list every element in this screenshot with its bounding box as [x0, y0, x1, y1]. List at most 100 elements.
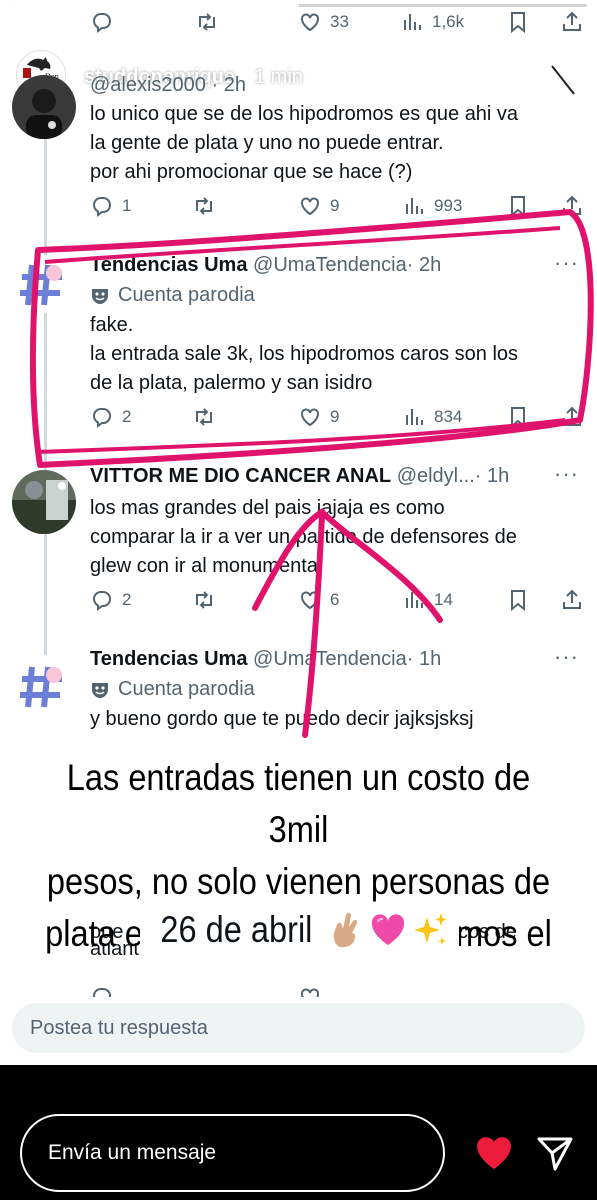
tweet-handle[interactable]: @eldyl... — [397, 465, 475, 487]
avatar[interactable] — [14, 655, 72, 713]
views-icon — [406, 409, 423, 425]
retweet-button[interactable] — [192, 588, 216, 612]
overlay-date: 26 de abril — [160, 909, 313, 950]
overlay-date-badge: 26 de abril — [140, 902, 459, 958]
views-button[interactable]: 14 — [402, 588, 453, 612]
tweet-actions-partial — [90, 985, 590, 997]
retweet-icon — [199, 13, 215, 31]
tweet-actions: 2 6 14 — [90, 588, 590, 618]
share-button[interactable] — [560, 588, 584, 612]
reply-button[interactable]: 2 — [90, 588, 131, 612]
views-count: 993 — [434, 196, 463, 215]
share-button[interactable] — [560, 10, 584, 34]
views-button[interactable]: 1,6k — [400, 10, 464, 34]
send-icon[interactable] — [535, 1133, 575, 1173]
tweet-line: y bueno gordo que te puedo decir jajksjs… — [90, 708, 474, 730]
views-icon — [404, 14, 421, 30]
tweet-author[interactable]: VITTOR ME DIO CANCER ANAL — [90, 465, 391, 487]
retweet-button[interactable] — [195, 10, 219, 34]
story-frame: 33 1,6k Don Enrique studdonenrique 1 min — [0, 0, 597, 1065]
tweet-line: lo unico que se de los hipodromos es que… — [90, 103, 519, 125]
tweet-text: y bueno gordo que te puedo decir jajksjs… — [90, 705, 580, 734]
like-count: 9 — [330, 407, 340, 426]
tweet-header: @alexis2000 · 2h — [90, 74, 246, 97]
tweet-text: lo unico que se de los hipodromos es que… — [90, 100, 580, 187]
overlay-line: Las entradas tienen un costo de 3mil — [66, 757, 531, 850]
reply-button[interactable] — [90, 10, 114, 34]
more-options-icon[interactable]: ··· — [554, 250, 579, 276]
retweet-icon — [196, 591, 212, 609]
reply-icon — [92, 591, 112, 611]
share-icon — [563, 11, 581, 31]
bookmark-button[interactable] — [506, 10, 530, 34]
tweet-header: Tendencias Uma @UmaTendencia· 2h — [90, 254, 441, 277]
tweet-handle[interactable]: @UmaTendencia — [253, 648, 407, 670]
reply-button[interactable]: 2 — [90, 405, 131, 429]
bookmark-icon — [511, 196, 525, 218]
share-button[interactable] — [560, 194, 584, 218]
parody-text: Cuenta parodia — [118, 284, 255, 306]
thread-line — [44, 135, 47, 655]
like-story-heart-icon[interactable] — [474, 1133, 514, 1173]
retweet-button[interactable] — [192, 194, 216, 218]
mask-icon — [92, 288, 108, 304]
sparkles-icon — [413, 913, 447, 945]
like-button[interactable]: 9 — [298, 194, 339, 218]
bookmark-button[interactable] — [506, 194, 530, 218]
like-count: 9 — [330, 196, 340, 215]
reply-count: 2 — [122, 590, 132, 609]
retweet-button[interactable] — [192, 405, 216, 429]
views-button[interactable]: 834 — [402, 405, 462, 429]
views-button[interactable]: 993 — [402, 194, 462, 218]
heart-outline-icon — [301, 591, 319, 610]
reply-input[interactable]: Postea tu respuesta — [12, 1003, 585, 1053]
tweet-line: fake. — [90, 314, 134, 336]
tweet-actions: 1 9 993 — [90, 194, 590, 224]
avatar[interactable] — [12, 75, 76, 139]
mask-icon — [92, 682, 108, 698]
reply-count: 2 — [122, 407, 132, 426]
heart-outline-icon — [301, 13, 319, 32]
views-count: 14 — [434, 590, 453, 609]
more-options-icon[interactable]: ··· — [554, 461, 579, 487]
heart-outline-icon — [301, 197, 319, 216]
parody-label: Cuenta parodia — [90, 678, 255, 701]
views-count: 834 — [434, 407, 463, 426]
tweet-handle[interactable]: @UmaTendencia — [253, 254, 407, 276]
bookmark-button[interactable] — [506, 405, 530, 429]
tweet-author[interactable]: Tendencias Uma — [90, 254, 247, 276]
reply-button[interactable] — [90, 985, 114, 997]
bookmark-icon — [511, 590, 525, 612]
bookmark-button[interactable] — [506, 588, 530, 612]
tweet-text: los mas grandes del pais jajaja es como … — [90, 494, 580, 581]
pink-heart-icon — [371, 914, 404, 945]
tweet-line: de la plata, palermo y san isidro — [90, 372, 373, 394]
close-icon[interactable] — [540, 58, 584, 102]
tweet-line: la gente de plata y uno no puede entrar. — [90, 132, 444, 154]
reply-icon — [92, 408, 112, 428]
like-button[interactable]: 9 — [298, 405, 339, 429]
tweet-header: Tendencias Uma @UmaTendencia· 1h — [90, 648, 441, 671]
tweet-author[interactable]: Tendencias Uma — [90, 648, 247, 670]
tweet-time: · 1h — [406, 648, 442, 670]
heart-outline-icon — [301, 408, 319, 427]
message-input[interactable]: Envía un mensaje — [20, 1114, 445, 1192]
tweet-actions: 2 9 834 — [90, 405, 590, 435]
tweet-line: la entrada sale 3k, los hipodromos caros… — [90, 343, 519, 365]
retweet-icon — [196, 197, 212, 215]
reply-count: 1 — [122, 196, 132, 215]
share-button[interactable] — [560, 405, 584, 429]
tweet-handle[interactable]: @alexis2000 — [90, 74, 206, 96]
bookmark-icon — [511, 12, 525, 34]
like-button[interactable] — [298, 985, 322, 997]
like-button[interactable]: 33 — [298, 10, 349, 34]
reply-button[interactable]: 1 — [90, 194, 131, 218]
avatar[interactable] — [14, 255, 72, 313]
more-options-icon[interactable]: ··· — [554, 644, 579, 670]
share-icon — [563, 589, 581, 609]
tweet-time: · 1h — [474, 465, 510, 487]
like-count: 33 — [330, 12, 349, 31]
views-icon — [406, 198, 423, 214]
like-button[interactable]: 6 — [298, 588, 339, 612]
avatar[interactable] — [12, 470, 76, 534]
